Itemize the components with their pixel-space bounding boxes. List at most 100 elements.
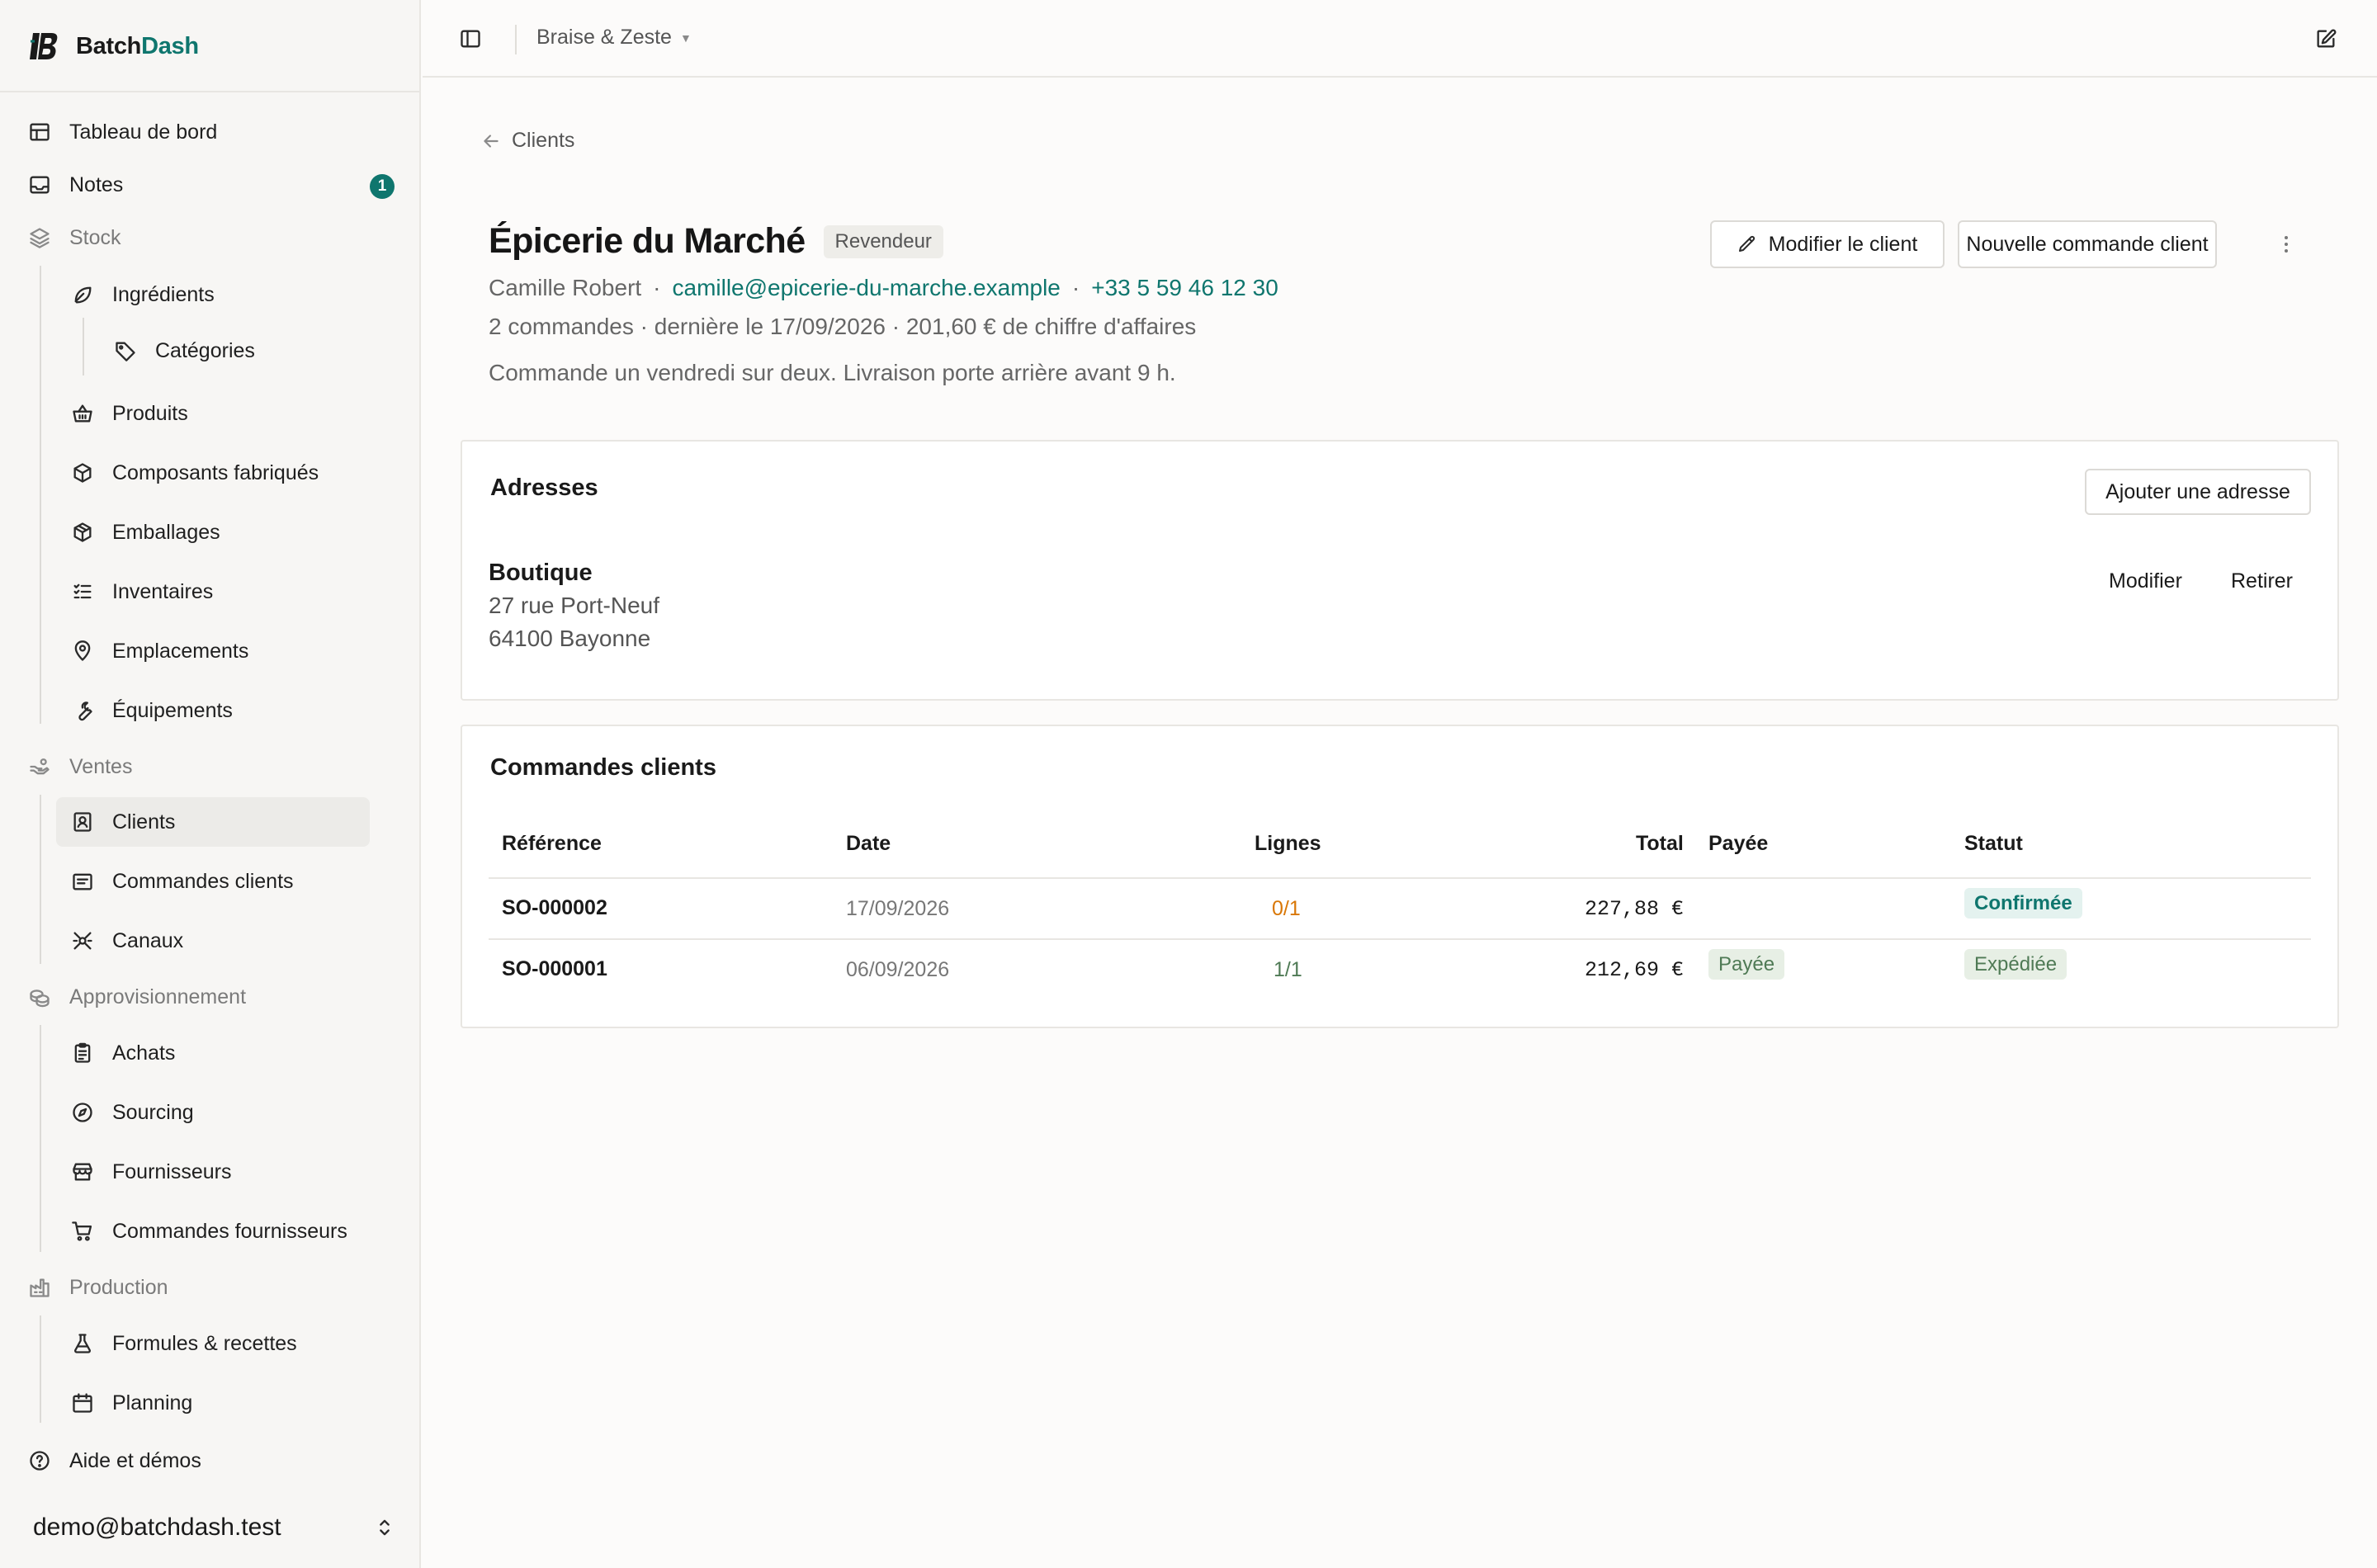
edit-client-label: Modifier le client [1768, 232, 1918, 256]
toggle-sidebar-button[interactable] [459, 27, 482, 50]
divider [515, 25, 517, 54]
page-title: Épicerie du Marché [489, 221, 806, 261]
column-header-total[interactable]: Total [1636, 832, 1684, 856]
divider [0, 91, 419, 92]
tree-line [83, 318, 84, 375]
contact-phone-link[interactable]: +33 5 59 46 12 30 [1091, 275, 1278, 301]
sidebar-item-recipes[interactable]: Formules & recettes [71, 1319, 368, 1368]
sidebar-item-customer-orders[interactable]: Commandes clients [71, 857, 368, 906]
factory-icon [30, 1278, 50, 1297]
sidebar-item-label: Fournisseurs [112, 1159, 232, 1183]
column-header-lines[interactable]: Lignes [1255, 832, 1321, 856]
sidebar-item-label: Commandes fournisseurs [112, 1219, 347, 1243]
column-header-paid[interactable]: Payée [1708, 832, 1768, 856]
sidebar-item-manufactured-components[interactable]: Composants fabriqués [71, 448, 368, 498]
remove-address-button[interactable]: Retirer [2231, 569, 2293, 593]
inbox-icon [30, 176, 50, 194]
compose-button[interactable] [2314, 27, 2337, 50]
sidebar-item-label: Production [69, 1275, 168, 1299]
chevrons-up-down-icon [380, 1519, 390, 1536]
sidebar-item-label: Ingrédients [112, 282, 215, 306]
order-status: Expédiée [1964, 949, 2067, 980]
back-to-clients-link[interactable]: Clients [480, 129, 574, 153]
pencil-icon [1738, 235, 1755, 252]
brand-logo[interactable]: BatchDash [28, 28, 199, 64]
column-header-status[interactable]: Statut [1964, 832, 2023, 856]
contact-icon [73, 812, 92, 832]
sidebar-item-label: Clients [112, 810, 176, 834]
sidebar-item-clients[interactable]: Clients [56, 797, 370, 847]
edit-client-button[interactable]: Modifier le client [1710, 220, 1945, 268]
client-stats: 2 commandes · dernière le 17/09/2026 · 2… [489, 314, 1197, 339]
topbar: Braise & Zeste ▼ [423, 0, 2377, 78]
order-date: 17/09/2026 [846, 897, 950, 920]
column-header-date[interactable]: Date [846, 832, 891, 856]
paid-badge: Payée [1708, 949, 1785, 980]
address-name: Boutique [489, 560, 593, 586]
contact-name: Camille Robert [489, 275, 642, 300]
column-header-reference[interactable]: Référence [502, 832, 602, 856]
client-type-badge: Revendeur [823, 224, 943, 258]
sidebar-item-help[interactable]: Aide et démos [28, 1436, 391, 1485]
order-total: 227,88 € [1585, 897, 1685, 921]
sidebar-item-inventories[interactable]: Inventaires [71, 567, 368, 616]
user-email: demo@batchdash.test [33, 1514, 281, 1541]
modify-address-button[interactable]: Modifier [2109, 569, 2182, 593]
sidebar-item-label: Emplacements [112, 639, 249, 663]
add-address-button[interactable]: Ajouter une adresse [2085, 469, 2311, 515]
layers-icon [30, 228, 50, 248]
tag-icon [116, 342, 135, 361]
sidebar-section-stock[interactable]: Stock [28, 213, 391, 262]
sidebar-item-channels[interactable]: Canaux [71, 916, 368, 966]
order-reference[interactable]: SO-000001 [502, 957, 607, 981]
sidebar-item-suppliers[interactable]: Fournisseurs [71, 1147, 368, 1197]
receipt-icon [73, 873, 92, 890]
sidebar-item-label: Stock [69, 225, 121, 249]
new-order-label: Nouvelle commande client [1966, 232, 2209, 256]
caret-down-icon: ▼ [679, 31, 692, 45]
more-actions-button[interactable] [2271, 228, 2301, 261]
customer-orders-title: Commandes clients [490, 754, 716, 781]
square-pen-icon [2317, 29, 2337, 48]
sidebar-item-purchases[interactable]: Achats [71, 1028, 368, 1078]
sidebar-item-packaging[interactable]: Emballages [71, 508, 368, 557]
sidebar-section-production[interactable]: Production [28, 1263, 391, 1312]
sidebar-item-equipment[interactable]: Équipements [71, 686, 368, 735]
compass-icon [73, 1103, 92, 1122]
new-customer-order-button[interactable]: Nouvelle commande client [1958, 220, 2217, 268]
client-header: Épicerie du Marché Revendeur [489, 221, 943, 262]
hand-coins-icon [30, 758, 50, 775]
sidebar-item-planning[interactable]: Planning [71, 1378, 368, 1428]
sidebar-item-supplier-orders[interactable]: Commandes fournisseurs [71, 1207, 401, 1256]
address-city: 64100 Bayonne [489, 626, 651, 651]
sidebar-item-label: Aide et démos [69, 1448, 201, 1472]
sidebar-item-label: Planning [112, 1391, 193, 1415]
status-badge: Confirmée [1964, 888, 2082, 919]
sidebar-item-label: Notes [69, 172, 124, 196]
sidebar-item-label: Formules & recettes [112, 1331, 297, 1355]
sidebar-section-sales[interactable]: Ventes [28, 742, 391, 791]
user-menu[interactable]: demo@batchdash.test [33, 1510, 396, 1545]
organization-switcher[interactable]: Braise & Zeste ▼ [536, 26, 692, 50]
contact-email-link[interactable]: camille@epicerie-du-marche.example [673, 275, 1061, 301]
sidebar-item-label: Catégories [155, 338, 255, 362]
sidebar-item-categories[interactable]: Catégories [114, 326, 378, 375]
sidebar-item-ingredients[interactable]: Ingrédients [71, 270, 368, 319]
sidebar-item-sourcing[interactable]: Sourcing [71, 1088, 368, 1137]
tree-line [40, 266, 41, 724]
basket-icon [73, 404, 92, 423]
sidebar-item-products[interactable]: Produits [71, 389, 368, 438]
brand-name: BatchDash [76, 32, 199, 59]
store-icon [73, 1163, 92, 1181]
sidebar-item-dashboard[interactable]: Tableau de bord [28, 107, 391, 157]
sidebar-section-procurement[interactable]: Approvisionnement [28, 972, 391, 1022]
sidebar-item-notes[interactable]: Notes 1 [28, 160, 395, 210]
leaf-icon [74, 286, 92, 304]
more-vertical-icon [2285, 236, 2288, 253]
sidebar-item-locations[interactable]: Emplacements [71, 626, 368, 676]
order-reference[interactable]: SO-000002 [502, 896, 607, 920]
order-lines: 0/1 [1272, 897, 1301, 920]
addresses-title: Adresses [490, 475, 598, 501]
map-pin-icon [74, 640, 91, 661]
order-status: Confirmée [1964, 888, 2082, 919]
